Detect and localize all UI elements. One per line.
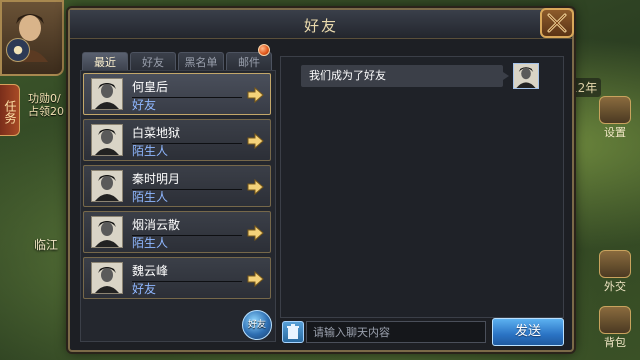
- chat-message: 我们成为了好友: [301, 65, 509, 87]
- arrow-right-icon: [247, 224, 264, 242]
- send-button[interactable]: 发送: [492, 318, 564, 346]
- friend-item[interactable]: 何皇后 好友: [83, 73, 271, 115]
- friend-name: 秦时明月: [132, 170, 242, 190]
- chat-input-row: 发送: [280, 318, 566, 348]
- friend-status: 陌生人: [132, 144, 169, 158]
- friends-emblem-button[interactable]: 好友: [242, 310, 272, 340]
- portrait-icon: [516, 67, 536, 88]
- friends-dialog: 好友 最近 好友 黑名单 邮件 何皇后 好友 白菜地狱 陌生人 秦时明月 陌生人…: [68, 8, 574, 352]
- portrait-icon: [95, 175, 119, 201]
- task-line-1: 功勋0/: [28, 92, 61, 105]
- friend-item[interactable]: 魏云峰 好友: [83, 257, 271, 299]
- friend-avatar: [91, 78, 123, 110]
- arrow-right-icon: [247, 178, 264, 196]
- tab-recent[interactable]: 最近: [82, 52, 128, 72]
- friend-status: 陌生人: [132, 236, 169, 250]
- friend-name: 何皇后: [132, 78, 242, 98]
- task-progress: 功勋0/ 占领20: [28, 92, 64, 118]
- tab-bar: 最近 好友 黑名单 邮件: [82, 52, 274, 72]
- friend-avatar: [91, 170, 123, 202]
- dialog-header: 好友: [70, 10, 572, 39]
- settings-label: 设置: [604, 126, 626, 139]
- arrow-right-icon: [247, 86, 264, 104]
- diplomacy-icon: [599, 250, 631, 278]
- friend-name: 白菜地狱: [132, 124, 242, 144]
- portrait-icon: [95, 221, 119, 247]
- crossed-swords-close-icon: [547, 13, 567, 33]
- chat-input[interactable]: [306, 321, 486, 343]
- settings-button[interactable]: 设置: [594, 96, 636, 139]
- task-line-2: 占领20: [28, 105, 64, 118]
- arrow-right-icon: [247, 270, 264, 288]
- friend-avatar: [91, 216, 123, 248]
- gear-icon: [599, 96, 631, 124]
- close-button[interactable]: [540, 8, 574, 38]
- friend-list: 何皇后 好友 白菜地狱 陌生人 秦时明月 陌生人 烟消云散 陌生人 魏云峰 好友: [80, 70, 276, 342]
- trash-icon: [287, 324, 299, 339]
- friend-avatar: [91, 124, 123, 156]
- friend-status: 陌生人: [132, 190, 169, 204]
- diplomacy-label: 外交: [604, 280, 626, 293]
- friend-status: 好友: [132, 98, 157, 112]
- task-tab[interactable]: 任务: [0, 84, 20, 136]
- tab-friends[interactable]: 好友: [130, 52, 176, 72]
- friend-item[interactable]: 白菜地狱 陌生人: [83, 119, 271, 161]
- friend-name: 烟消云散: [132, 216, 242, 236]
- backpack-icon: [599, 306, 631, 334]
- tab-blacklist[interactable]: 黑名单: [178, 52, 224, 72]
- friend-item[interactable]: 烟消云散 陌生人: [83, 211, 271, 253]
- mail-notification-dot: [258, 44, 270, 56]
- chat-panel: 我们成为了好友: [280, 56, 564, 318]
- player-level-badge: ●: [6, 38, 30, 62]
- friend-name: 魏云峰: [132, 262, 242, 282]
- clear-chat-button[interactable]: [282, 321, 304, 343]
- backpack-button[interactable]: 背包: [594, 306, 636, 349]
- chat-avatar: [513, 63, 539, 89]
- player-avatar[interactable]: ●: [0, 0, 64, 76]
- backpack-label: 背包: [604, 336, 626, 349]
- friend-status: 好友: [132, 282, 157, 296]
- portrait-icon: [95, 129, 119, 155]
- portrait-icon: [95, 83, 119, 109]
- friend-item[interactable]: 秦时明月 陌生人: [83, 165, 271, 207]
- arrow-right-icon: [247, 132, 264, 150]
- diplomacy-button[interactable]: 外交: [594, 250, 636, 293]
- portrait-icon: [95, 267, 119, 293]
- friend-avatar: [91, 262, 123, 294]
- dialog-title: 好友: [303, 17, 338, 35]
- city-label: 临江: [34, 238, 59, 252]
